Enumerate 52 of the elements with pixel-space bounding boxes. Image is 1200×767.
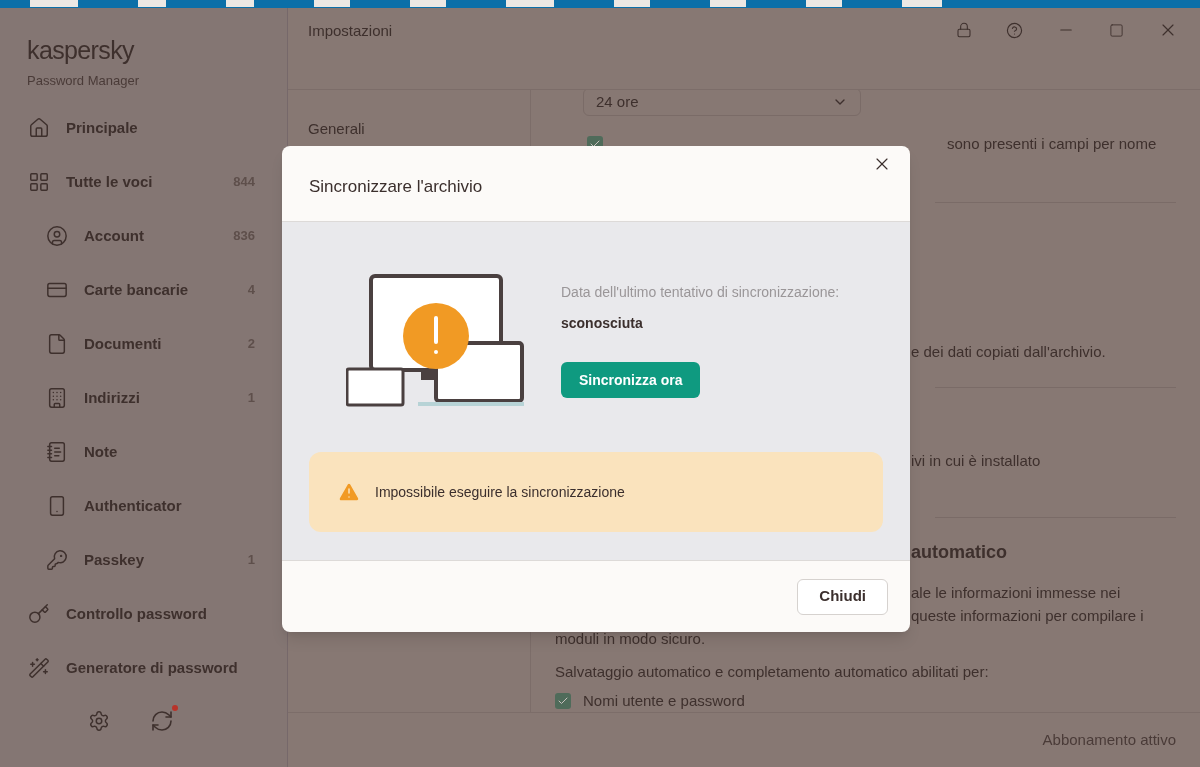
warning-icon <box>337 480 361 504</box>
window-thumbnail[interactable] <box>30 0 78 7</box>
subscription-status: Abbonamento attivo <box>1042 729 1176 750</box>
product-name: Password Manager <box>27 72 140 90</box>
sidebar-item[interactable]: Authenticator <box>0 479 287 533</box>
dialog-title: Sincronizzare l'archivio <box>309 176 483 198</box>
lock-icon[interactable] <box>956 22 972 38</box>
section-heading: automatico <box>911 540 1007 564</box>
warning-text: Impossibile eseguire la sincronizzazione <box>375 482 625 502</box>
check-icon <box>557 695 569 707</box>
sidebar-item[interactable]: Generatore di password <box>0 641 287 695</box>
window-thumbnail[interactable] <box>410 0 446 7</box>
description-text: ivi in cui è installato <box>911 451 1041 472</box>
sync-icon[interactable] <box>150 709 174 733</box>
notepad-icon <box>46 441 68 463</box>
description-text: ale le informazioni immesse nei <box>911 583 1121 604</box>
window-thumbnail[interactable] <box>314 0 350 7</box>
app-logo: kaspersky <box>27 38 136 63</box>
home-icon <box>28 117 50 139</box>
sidebar-item[interactable]: Controllo password <box>0 587 287 641</box>
close-button[interactable]: Chiudi <box>797 578 888 615</box>
document-icon <box>46 333 68 355</box>
settings-icon[interactable] <box>88 710 110 732</box>
maximize-icon[interactable] <box>1109 22 1124 38</box>
last-sync-label: Data dell'ultimo tentativo di sincronizzazione: <box>561 283 840 302</box>
description-text: queste informazioni per compilare i <box>911 606 1144 627</box>
window-thumbnail[interactable] <box>806 0 842 7</box>
last-sync-value: sconosciuta <box>561 314 643 333</box>
grid-icon <box>28 171 50 193</box>
window-thumbnail[interactable] <box>614 0 650 7</box>
settings-nav-item[interactable]: Generali <box>308 118 530 141</box>
option-text: Nomi utente e password <box>583 690 745 711</box>
sync-now-button[interactable]: Sincronizza ora <box>561 362 701 398</box>
key-icon <box>46 549 68 571</box>
window-thumbnail[interactable] <box>710 0 746 7</box>
description-text: moduli in modo sicuro. <box>555 629 706 650</box>
option-text: sono presenti i campi per nome <box>947 133 1157 154</box>
key-icon <box>28 603 50 625</box>
sidebar-item[interactable]: Principale <box>0 101 287 155</box>
window-thumbnail[interactable] <box>506 0 554 7</box>
magic-wand-icon <box>28 657 50 679</box>
checkbox[interactable] <box>555 693 571 709</box>
window-thumbnail[interactable] <box>226 0 254 7</box>
window-thumbnail[interactable] <box>902 0 942 7</box>
user-icon <box>46 225 68 247</box>
building-icon <box>46 387 68 409</box>
sidebar-item[interactable]: Note <box>0 425 287 479</box>
description-text: Salvataggio automatico e completamento automatico abilitati per: <box>555 662 989 683</box>
description-text: e dei dati copiati dall'archivio. <box>911 342 1106 363</box>
help-icon[interactable] <box>1006 21 1023 39</box>
window-thumbnail[interactable] <box>138 0 166 7</box>
page-title: Impostazioni <box>308 21 394 41</box>
